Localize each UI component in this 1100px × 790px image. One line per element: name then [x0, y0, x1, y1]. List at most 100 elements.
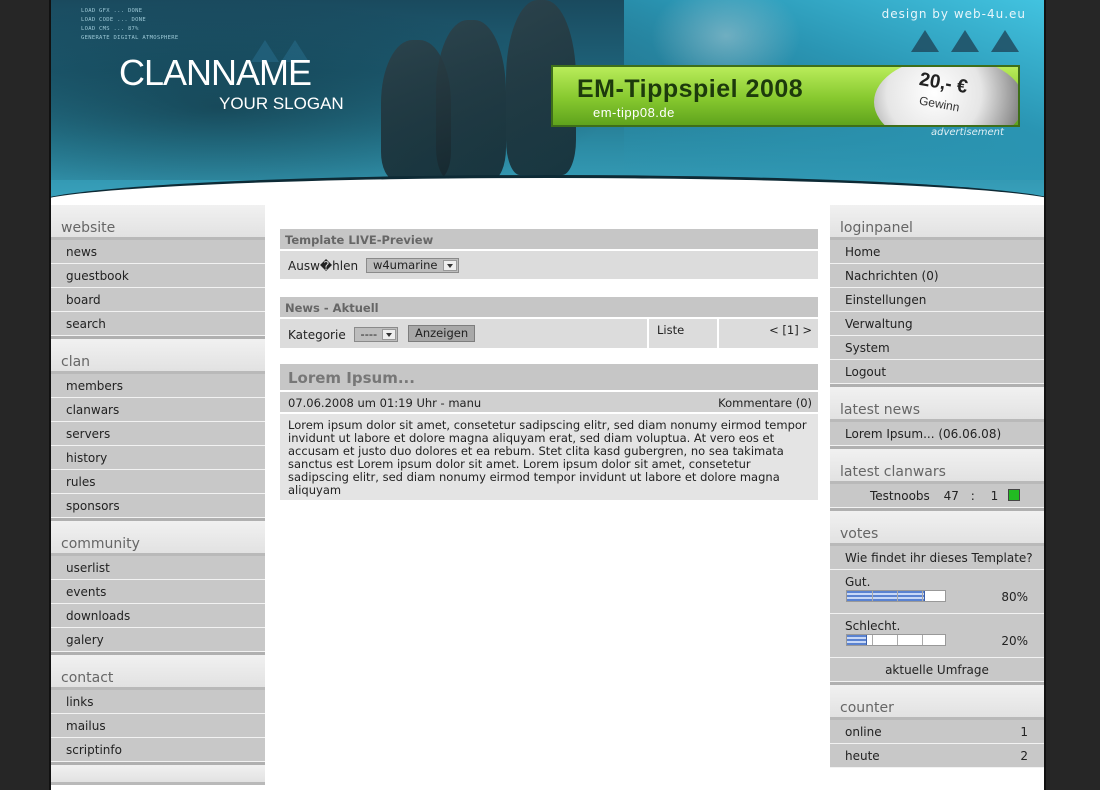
bar-tick [872, 591, 873, 601]
menu-item-links[interactable]: links [51, 690, 265, 714]
menu-item-clanwars[interactable]: clanwars [51, 398, 265, 422]
pager[interactable]: < [1] > [719, 319, 818, 348]
show-button[interactable]: Anzeigen [407, 325, 476, 342]
clan-name[interactable]: CLANNAME [119, 52, 312, 94]
login-item-admin[interactable]: Verwaltung [830, 312, 1044, 336]
menu-item-guestbook[interactable]: guestbook [51, 264, 265, 288]
ad-banner[interactable]: EM-Tippspiel 2008 em-tipp08.de 20,- € Ge… [551, 65, 1020, 127]
menu-item-events[interactable]: events [51, 580, 265, 604]
loginpanel-heading: loginpanel [830, 205, 1044, 240]
vote-progress-fill [847, 635, 867, 645]
preview-heading: Template LIVE-Preview [280, 229, 818, 249]
menu-item-history[interactable]: history [51, 446, 265, 470]
banner-url: em-tipp08.de [593, 105, 675, 120]
menu-item-servers[interactable]: servers [51, 422, 265, 446]
login-item-logout[interactable]: Logout [830, 360, 1044, 384]
page: LOAD GFX ... DONE LOAD CODE ... DONE LOA… [49, 0, 1046, 790]
clanwar-row[interactable]: Testnoobs 47 : 1 [830, 484, 1044, 508]
arrow-decoration [911, 30, 939, 52]
menu-heading-next [51, 765, 265, 785]
preview-row: Ausw�hlen w4umarine [280, 251, 818, 279]
template-select[interactable]: w4umarine [365, 258, 459, 273]
menu-item-sponsors[interactable]: sponsors [51, 494, 265, 518]
category-label: Kategorie [288, 328, 346, 342]
vote-percent: 80% [1001, 590, 1028, 604]
menu-item-userlist[interactable]: userlist [51, 556, 265, 580]
latest-clanwars-heading: latest clanwars [830, 449, 1044, 484]
menu-item-news[interactable]: news [51, 240, 265, 264]
login-item-settings[interactable]: Einstellungen [830, 288, 1044, 312]
article-title[interactable]: Lorem Ipsum... [280, 364, 818, 390]
chevron-down-icon[interactable] [442, 260, 457, 271]
clanwar-score-opp: 1 [990, 489, 999, 503]
bar-tick [922, 635, 923, 645]
load-line: LOAD GFX ... DONE [81, 8, 143, 14]
bar-tick [897, 591, 898, 601]
banner-title: EM-Tippspiel 2008 [577, 75, 804, 103]
latest-news-heading: latest news [830, 387, 1044, 422]
vote-option[interactable]: Schlecht. 20% [830, 614, 1044, 658]
left-sidebar: website news guestbook board search clan… [51, 205, 265, 785]
load-line: LOAD CODE ... DONE [81, 17, 147, 23]
soldier-art [436, 20, 506, 180]
arrow-decoration [991, 30, 1019, 52]
menu-item-scriptinfo[interactable]: scriptinfo [51, 738, 265, 762]
votes-heading: votes [830, 511, 1044, 546]
menu-item-downloads[interactable]: downloads [51, 604, 265, 628]
menu-item-members[interactable]: members [51, 374, 265, 398]
clanwar-score-own: 47 [943, 489, 959, 503]
menu-heading-website: website [51, 205, 265, 240]
counter-row-online: online 1 [830, 720, 1044, 744]
menu-item-search[interactable]: search [51, 312, 265, 336]
comments-link[interactable]: Kommentare (0) [718, 396, 812, 410]
bar-tick [897, 635, 898, 645]
login-item-home[interactable]: Home [830, 240, 1044, 264]
vote-option-label: Gut. [845, 575, 871, 589]
slogan: YOUR SLOGAN [219, 94, 344, 113]
menu-item-board[interactable]: board [51, 288, 265, 312]
menu-item-rules[interactable]: rules [51, 470, 265, 494]
list-link[interactable]: Liste [649, 319, 717, 348]
news-filter-row: Kategorie ---- Anzeigen Liste < [1] > [280, 319, 818, 348]
article-body: Lorem ipsum dolor sit amet, consetetur s… [280, 414, 818, 500]
article-meta: 07.06.2008 um 01:19 Uhr - manu Kommentar… [280, 392, 818, 412]
designer-credit[interactable]: design by web-4u.eu [882, 7, 1026, 21]
menu-heading-community: community [51, 521, 265, 556]
counter-value: 2 [1020, 749, 1028, 763]
right-sidebar: loginpanel Home Nachrichten (0) Einstell… [830, 205, 1044, 768]
vote-percent: 20% [1001, 634, 1028, 648]
vote-option[interactable]: Gut. 80% [830, 570, 1044, 614]
login-item-system[interactable]: System [830, 336, 1044, 360]
load-line: GENERATE DIGITAL ATMOSPHERE [81, 35, 179, 41]
menu-heading-clan: clan [51, 339, 265, 374]
login-item-messages[interactable]: Nachrichten (0) [830, 264, 1044, 288]
vote-progress-fill [847, 591, 926, 601]
result-win-icon [1008, 489, 1020, 501]
load-line: LOAD CMS ... 87% [81, 26, 139, 32]
latest-news-item[interactable]: Lorem Ipsum... (06.06.08) [830, 422, 1044, 446]
category-filter: Kategorie ---- Anzeigen [280, 319, 647, 348]
main-content: Template LIVE-Preview Ausw�hlen w4umarin… [280, 229, 818, 500]
menu-item-mailus[interactable]: mailus [51, 714, 265, 738]
clanwar-score-separator: : [970, 489, 975, 503]
preview-label: Ausw�hlen [288, 259, 359, 273]
category-select[interactable]: ---- [353, 327, 399, 342]
category-select-value: ---- [360, 327, 378, 341]
load-status-lines: LOAD GFX ... DONE LOAD CODE ... DONE LOA… [81, 7, 179, 43]
ad-label: advertisement [931, 127, 1004, 138]
menu-heading-contact: contact [51, 655, 265, 690]
chevron-down-icon[interactable] [382, 329, 397, 340]
counter-value: 1 [1020, 725, 1028, 739]
bar-tick [922, 591, 923, 601]
arrow-decoration [951, 30, 979, 52]
vote-progress-bar [846, 634, 946, 646]
clanwar-opponent: Testnoobs [870, 489, 930, 503]
vote-option-label: Schlecht. [845, 619, 901, 633]
vote-progress-bar [846, 590, 946, 602]
current-poll-link[interactable]: aktuelle Umfrage [830, 658, 1044, 682]
bar-tick [872, 635, 873, 645]
menu-item-galery[interactable]: galery [51, 628, 265, 652]
header: LOAD GFX ... DONE LOAD CODE ... DONE LOA… [51, 0, 1044, 205]
counter-heading: counter [830, 685, 1044, 720]
article-date-author: 07.06.2008 um 01:19 Uhr - manu [288, 396, 482, 410]
